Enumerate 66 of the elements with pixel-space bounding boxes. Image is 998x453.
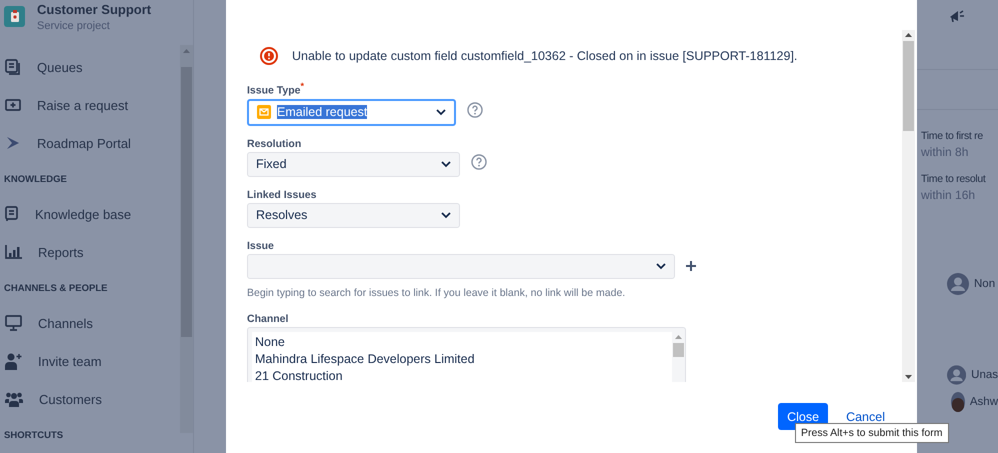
tooltip: Press Alt+s to submit this form: [795, 423, 949, 443]
assignee-name: Unas: [971, 369, 998, 381]
avatar-icon: [947, 364, 966, 386]
section-heading: KNOWLEDGE: [3, 173, 68, 187]
error-icon: [260, 47, 278, 65]
project-type: Service project: [37, 20, 111, 32]
bar-chart-icon: [5, 245, 22, 259]
plus-screen-icon: [5, 99, 21, 111]
nav-item[interactable]: Knowledge base: [0, 195, 180, 233]
help-icon[interactable]: [467, 102, 483, 118]
nav-item[interactable]: Invite team: [0, 342, 180, 380]
select-field[interactable]: Resolves: [247, 202, 460, 228]
caret-icon: [656, 262, 666, 270]
field-label: Linked Issues: [247, 188, 318, 200]
scroll-thumb[interactable]: [903, 41, 914, 131]
sla-target: within 8h: [921, 145, 970, 159]
error-message: Unable to update custom field customfield_10362 - Closed on in issue [SUPPORT-181129].: [292, 49, 798, 63]
group-icon: [5, 391, 23, 407]
list-icon: [5, 59, 21, 75]
sla-target: within 16h: [921, 188, 976, 202]
avatar-icon: [947, 273, 969, 295]
scrollbar[interactable]: [180, 45, 193, 433]
nav-item[interactable]: Queues: [0, 48, 180, 86]
field-label: Issue: [247, 240, 275, 252]
nav-item[interactable]: Channels: [0, 304, 180, 342]
cancel-link[interactable]: Cancel: [846, 410, 885, 424]
assignee-name: Non: [974, 278, 996, 290]
list-box[interactable]: None Mahindra Lifespace Developers Limited 21 Construction: [247, 326, 686, 382]
field-label: Resolution: [247, 138, 302, 150]
caret-icon: [441, 160, 451, 168]
megaphone-icon[interactable]: [949, 8, 965, 22]
assignee-name: Ashw: [970, 396, 998, 408]
scrollbar[interactable]: [902, 30, 915, 382]
add-user-icon: [5, 352, 22, 370]
select-field[interactable]: Fixed: [247, 152, 460, 176]
scroll-up-icon[interactable]: [905, 33, 912, 37]
project-name: Customer Support: [37, 2, 152, 17]
field-label: Channel: [247, 312, 290, 324]
list-option[interactable]: 21 Construction: [255, 368, 669, 382]
hint-text: Begin typing to search for issues to link. If you leave it blank, no link will be made.: [247, 286, 626, 298]
scroll-thumb[interactable]: [181, 67, 192, 337]
required-mark: *: [300, 81, 304, 91]
scroll-thumb[interactable]: [673, 342, 684, 356]
nav-item[interactable]: Roadmap Portal: [0, 124, 180, 162]
nav-item[interactable]: Raise a request: [0, 86, 180, 124]
section-heading: CHANNELS & PEOPLE: [3, 282, 108, 296]
caret-icon: [441, 212, 451, 218]
nav-item[interactable]: Customers: [0, 380, 180, 418]
monitor-icon: [5, 315, 22, 331]
scroll-down-icon[interactable]: [905, 375, 912, 379]
select-field[interactable]: Emailed request: [247, 98, 456, 126]
project-logo: [4, 6, 25, 27]
help-icon[interactable]: [471, 154, 487, 170]
envelope-icon: [257, 105, 271, 119]
nav-item[interactable]: Reports: [0, 233, 180, 271]
book-icon: [5, 206, 19, 222]
section-heading: SHORTCUTS: [3, 429, 64, 443]
plus-icon[interactable]: [686, 261, 696, 271]
list-option[interactable]: Mahindra Lifespace Developers Limited: [255, 350, 669, 368]
sla-name: Time to resolut: [921, 173, 987, 185]
caret-icon: [436, 108, 446, 116]
list-option[interactable]: None: [255, 334, 669, 350]
sla-name: Time to first re: [921, 130, 984, 142]
chevron-icon: [5, 136, 21, 150]
field-label: Issue Type$^{*}$: [247, 81, 306, 96]
select-field[interactable]: [247, 254, 675, 278]
